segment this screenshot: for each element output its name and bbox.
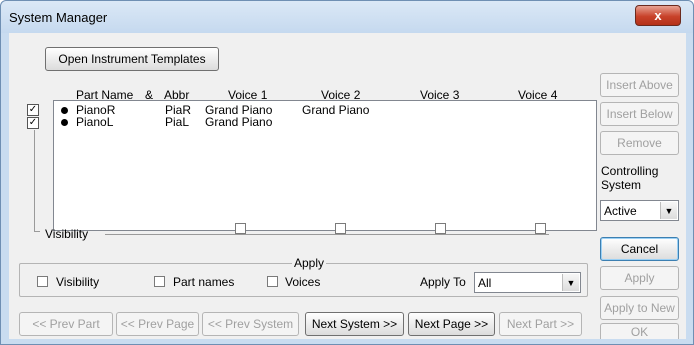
apply-to-value: All (478, 276, 492, 290)
apply-button[interactable]: Apply (600, 266, 679, 290)
controlling-system-select[interactable]: Active ▼ (600, 200, 679, 221)
apply-part-names-label: Part names (173, 275, 235, 289)
apply-voices-checkbox[interactable] (267, 276, 278, 287)
next-page-button[interactable]: Next Page >> (408, 312, 495, 336)
prev-part-button[interactable]: << Prev Part (19, 312, 113, 336)
list-item[interactable]: PianoL PiaL Grand Piano (54, 116, 596, 129)
close-button[interactable]: x (635, 5, 681, 26)
voice1-visibility-checkbox[interactable] (235, 223, 246, 234)
insert-below-button[interactable]: Insert Below (600, 102, 679, 126)
voice2-visibility-checkbox[interactable] (335, 223, 346, 234)
chevron-down-icon[interactable]: ▼ (660, 202, 677, 219)
apply-voices-label: Voices (285, 275, 321, 289)
bullet-icon (61, 107, 68, 114)
visibility-line (105, 234, 549, 235)
apply-to-select[interactable]: All ▼ (474, 272, 581, 293)
visibility-bracket-vertical (34, 130, 35, 231)
system-manager-window: System Manager x Open Instrument Templat… (0, 0, 694, 345)
controlling-system-value: Active (604, 204, 637, 218)
parts-list[interactable]: PianoR PiaR Grand Piano Grand Piano Pian… (53, 100, 597, 231)
apply-group-title: Apply (292, 256, 327, 270)
voice3-visibility-checkbox[interactable] (435, 223, 446, 234)
open-instrument-templates-button[interactable]: Open Instrument Templates (45, 47, 219, 71)
cancel-button[interactable]: Cancel (600, 237, 679, 261)
voice4-visibility-checkbox[interactable] (535, 223, 546, 234)
part-visible-checkbox-1[interactable]: ✓ (27, 104, 39, 116)
controlling-system-label: Controlling System (601, 164, 659, 192)
apply-visibility-checkbox[interactable] (37, 276, 48, 287)
bullet-icon (61, 119, 68, 126)
apply-to-new-button[interactable]: Apply to New (600, 296, 679, 320)
part-voice1: Grand Piano (205, 115, 273, 129)
ok-button[interactable]: OK (600, 323, 679, 339)
prev-page-button[interactable]: << Prev Page (116, 312, 199, 336)
next-system-button[interactable]: Next System >> (305, 312, 404, 336)
part-name: PianoL (76, 115, 114, 129)
part-visible-checkbox-2[interactable]: ✓ (27, 117, 39, 129)
part-abbr: PiaL (165, 115, 190, 129)
next-part-button[interactable]: Next Part >> (499, 312, 582, 336)
apply-to-label: Apply To (420, 275, 466, 289)
visibility-bracket-bottom (34, 231, 40, 232)
close-icon[interactable]: x (654, 8, 661, 23)
visibility-label: Visibility (45, 227, 89, 241)
apply-part-names-checkbox[interactable] (154, 276, 165, 287)
apply-visibility-label: Visibility (56, 275, 100, 289)
window-title: System Manager (9, 10, 108, 25)
chevron-down-icon[interactable]: ▼ (562, 274, 579, 291)
remove-button[interactable]: Remove (600, 131, 679, 155)
title-bar: System Manager x (1, 1, 693, 33)
prev-system-button[interactable]: << Prev System (202, 312, 299, 336)
insert-above-button[interactable]: Insert Above (600, 73, 679, 97)
dialog-body: Open Instrument Templates Part Name & Ab… (9, 33, 686, 339)
